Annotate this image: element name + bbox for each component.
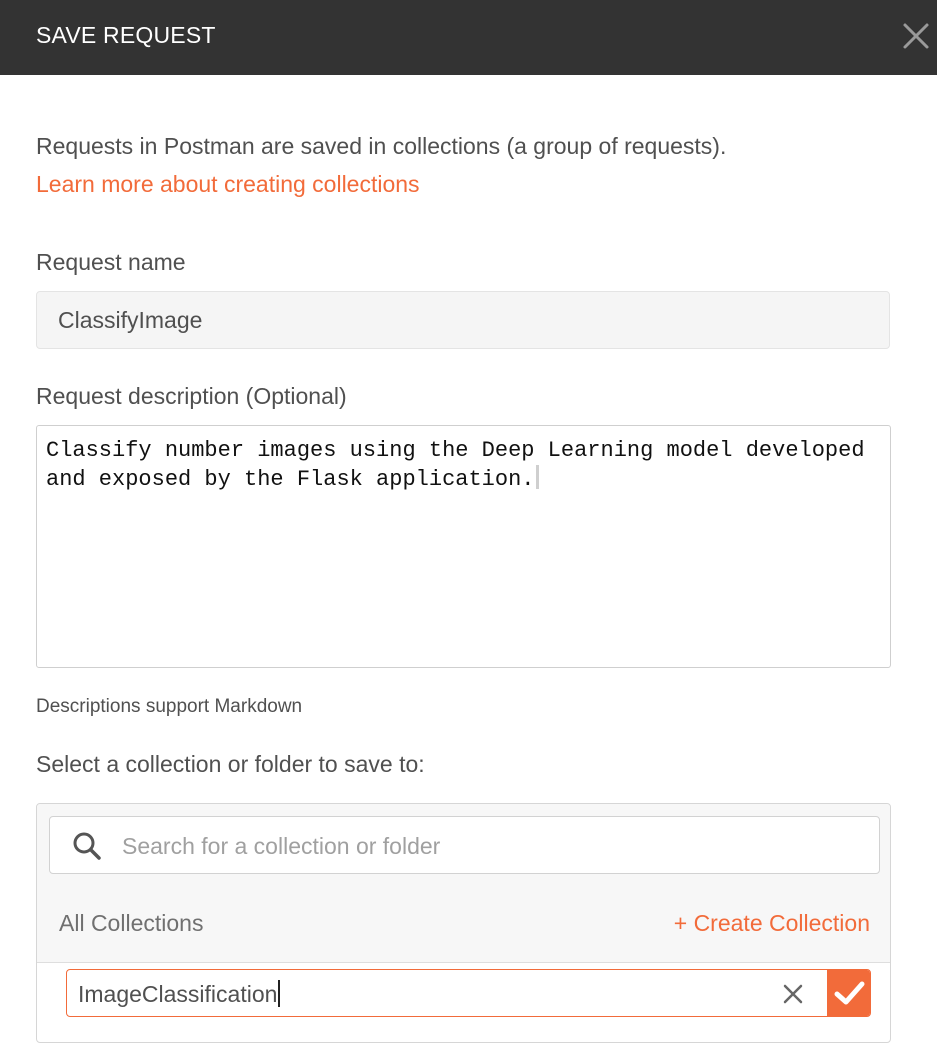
- modal-header: SAVE REQUEST: [0, 0, 937, 75]
- all-collections-label: All Collections: [59, 910, 204, 936]
- new-collection-name-input[interactable]: ImageClassification: [66, 969, 871, 1017]
- confirm-collection-button[interactable]: [827, 970, 870, 1016]
- close-icon: [903, 23, 929, 49]
- collection-panel-header: All Collections + Create Collection: [37, 804, 890, 963]
- learn-more-link[interactable]: Learn more about creating collections: [36, 171, 420, 198]
- intro-text: Requests in Postman are saved in collect…: [36, 133, 727, 159]
- search-icon: [73, 832, 101, 860]
- close-icon: [783, 984, 803, 1004]
- new-collection-name-text: ImageClassification: [78, 981, 278, 1007]
- collection-search-input[interactable]: [120, 825, 864, 867]
- markdown-hint: Descriptions support Markdown: [36, 696, 303, 717]
- request-name-label: Request name: [36, 249, 186, 275]
- modal-title: SAVE REQUEST: [36, 22, 216, 48]
- request-description-text: Classify number images using the Deep Le…: [46, 438, 865, 492]
- text-cursor: [536, 465, 540, 489]
- text-cursor: [278, 980, 281, 1007]
- collection-select-label: Select a collection or folder to save to…: [36, 751, 425, 777]
- clear-collection-name-button[interactable]: [779, 980, 807, 1008]
- request-description-label: Request description (Optional): [36, 383, 347, 409]
- request-name-input[interactable]: [36, 291, 890, 349]
- check-icon: [834, 981, 865, 1005]
- close-button[interactable]: [898, 18, 934, 54]
- collection-search-box[interactable]: [49, 816, 880, 874]
- request-description-textarea[interactable]: Classify number images using the Deep Le…: [36, 425, 891, 668]
- create-collection-link[interactable]: + Create Collection: [674, 910, 870, 937]
